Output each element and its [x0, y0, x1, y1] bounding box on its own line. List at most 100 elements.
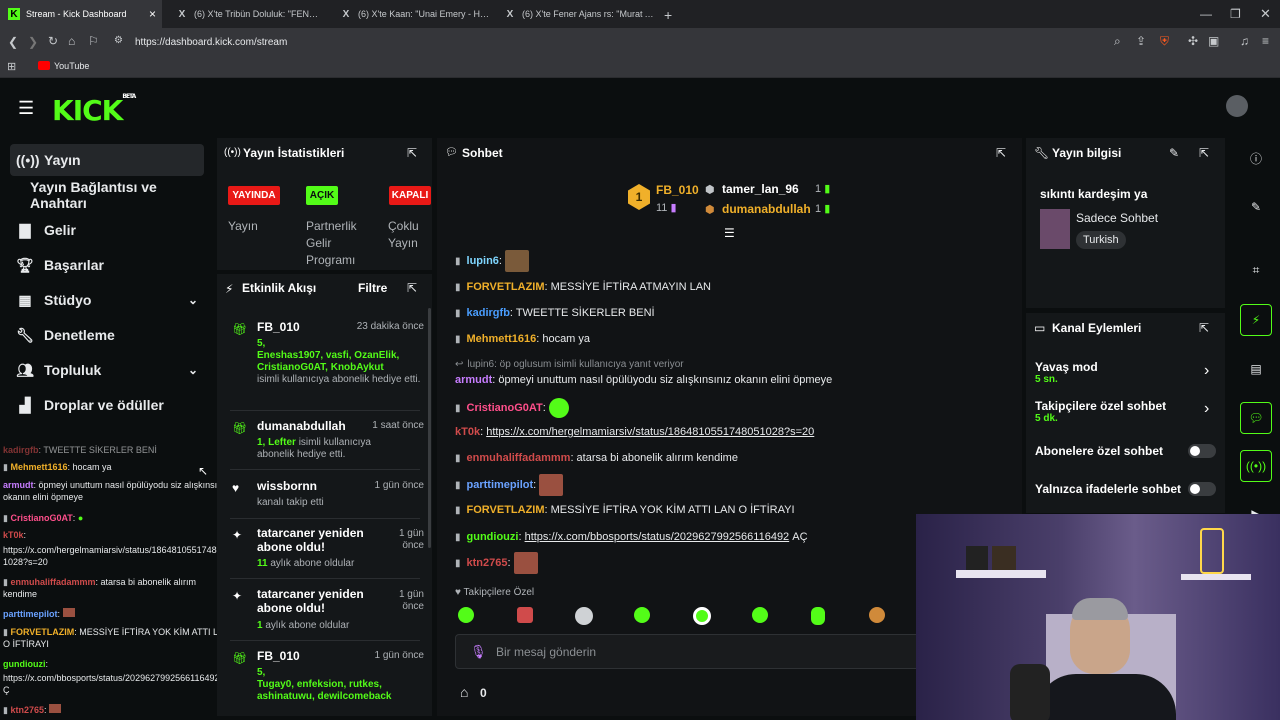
- followers-only-setting[interactable]: Takipçilere özel sohbet 5 dk.: [1035, 399, 1166, 424]
- sidebar-toggle-icon[interactable]: ▣: [1208, 34, 1219, 48]
- slow-mode-setting[interactable]: Yavaş mod 5 sn.: [1035, 360, 1098, 385]
- category-name[interactable]: Sadece Sohbet: [1076, 211, 1158, 225]
- emote-button[interactable]: [517, 607, 533, 623]
- emote: [505, 250, 530, 272]
- sidebar-item-label: Droplar ve ödüller: [44, 397, 164, 413]
- mini-chat-link[interactable]: https://x.com/hergelmamiarsiv/status/186…: [3, 544, 231, 568]
- sidebar-item-basarilar[interactable]: 🏆︎ Başarılar: [10, 249, 204, 281]
- sidebar-item-droplar[interactable]: ▟ Droplar ve ödüller: [10, 389, 204, 421]
- reload-icon[interactable]: ↻: [48, 34, 58, 48]
- chevron-down-icon[interactable]: ⌄: [188, 363, 198, 377]
- tab-x-3[interactable]: X (6) X'te Fener Ajans rs: "Murat Açıc: [496, 0, 654, 28]
- emote-button[interactable]: [693, 607, 711, 625]
- bookmark-youtube[interactable]: YouTube: [54, 61, 89, 71]
- mini-chat-line: ▮ ktn2765:: [3, 704, 231, 716]
- leaderboard-first-name[interactable]: FB_010: [656, 183, 699, 197]
- document-icon[interactable]: ▤: [1240, 353, 1272, 385]
- sidebar-item-denetleme[interactable]: 🔧︎ Denetleme: [10, 319, 204, 351]
- chevron-right-icon[interactable]: ›: [1204, 400, 1209, 418]
- close-window-icon[interactable]: ✕: [1260, 6, 1271, 22]
- popout-icon[interactable]: ⇱: [1199, 321, 1209, 335]
- back-icon[interactable]: ❮: [8, 35, 18, 49]
- chat-message: ▮ parttimepilot:: [455, 474, 564, 496]
- maximize-icon[interactable]: ❐: [1230, 7, 1241, 21]
- new-tab-icon[interactable]: +: [664, 7, 672, 23]
- emote-picker-row: [456, 607, 896, 627]
- info-icon[interactable]: ⓘ: [1240, 142, 1272, 174]
- badge-icon: ▮: [455, 255, 461, 267]
- rank-2-icon: ⬢: [705, 184, 715, 196]
- emote-button[interactable]: [811, 607, 825, 625]
- live-status-badge: YAYINDA: [228, 186, 280, 205]
- collapse-leaderboard-icon[interactable]: ☰: [724, 226, 735, 240]
- apps-grid-icon[interactable]: ⊞: [7, 60, 16, 73]
- chat-link[interactable]: https://x.com/bbosports/status/202962799…: [525, 531, 790, 543]
- chat-message: ▮ lupin6:: [455, 250, 530, 272]
- emote-only-toggle[interactable]: [1188, 482, 1216, 496]
- emote-button[interactable]: [458, 607, 474, 623]
- mini-chat-overlay: kadirgfb: TWEETTE SİKERLER BENİ ▮ Mehmet…: [0, 440, 234, 720]
- stats-panel-title: Yayın İstatistikleri: [243, 146, 345, 160]
- hamburger-menu-icon[interactable]: ☰: [18, 98, 34, 119]
- forward-icon[interactable]: ❯: [28, 35, 38, 49]
- lightning-icon[interactable]: ⚡︎: [1240, 304, 1272, 336]
- popout-icon[interactable]: ⇱: [1199, 146, 1209, 160]
- chat-input-placeholder: Bir mesaj gönderin: [496, 645, 597, 659]
- category-thumbnail[interactable]: [1040, 209, 1070, 249]
- leaderboard-third-name[interactable]: dumanabdullah: [722, 202, 811, 216]
- share-icon[interactable]: ⇪: [1136, 34, 1146, 48]
- sidebar-item-topluluk[interactable]: 👥︎ Topluluk ⌄: [10, 354, 204, 386]
- address-bar-row: ❮ ❯ ↻ ⌂ ⚐ ⚙ https://dashboard.kick.com/s…: [0, 28, 1280, 56]
- chat-reply-context: ↩ lupin6: öp oglusum isimli kullanıcıya y…: [455, 359, 684, 370]
- chat-link[interactable]: https://x.com/hergelmamiarsiv/status/186…: [486, 426, 814, 438]
- sidebar-item-gelir[interactable]: ▇ Gelir: [10, 214, 204, 246]
- sidebar-item-studyo[interactable]: ▦ Stüdyo ⌄: [10, 284, 204, 316]
- url-field[interactable]: https://dashboard.kick.com/stream: [135, 37, 287, 48]
- brave-shield-icon[interactable]: ⛨: [1160, 34, 1169, 49]
- popout-icon[interactable]: ⇱: [996, 146, 1006, 160]
- kick-logo[interactable]: KICKBETA: [52, 93, 136, 127]
- activity-scrollbar[interactable]: [428, 308, 431, 548]
- badge-icon: ▮: [455, 452, 461, 464]
- tab-x-2[interactable]: X (6) X'te Kaan: "Unai Emery - Heartbe: [332, 0, 492, 28]
- emote-button[interactable]: [634, 607, 650, 623]
- media-icon[interactable]: ♫: [1240, 34, 1249, 48]
- screen-capture-icon[interactable]: ⌗: [1240, 254, 1272, 286]
- site-settings-icon[interactable]: ⚙: [114, 35, 123, 46]
- partner-status-badge: AÇIK: [306, 186, 338, 205]
- chevron-right-icon[interactable]: ›: [1204, 362, 1209, 380]
- leaderboard-second-name[interactable]: tamer_lan_96: [722, 182, 799, 196]
- edit-icon[interactable]: ✎: [1169, 146, 1179, 160]
- store-icon[interactable]: ⌂: [460, 684, 468, 700]
- microphone-icon[interactable]: 🎙︎: [470, 644, 487, 660]
- chevron-down-icon[interactable]: ⌄: [188, 293, 198, 307]
- home-icon[interactable]: ⌂: [68, 34, 75, 48]
- chat-input[interactable]: 🎙︎ Bir mesaj gönderin: [455, 634, 925, 669]
- chat-bubble-icon: 💬︎: [445, 147, 458, 158]
- tab-kick-dashboard[interactable]: K Stream - Kick Dashboard ×: [0, 0, 162, 28]
- emote-button[interactable]: [869, 607, 885, 623]
- zoom-icon[interactable]: ⌕: [1114, 34, 1121, 49]
- menu-icon[interactable]: ≡: [1262, 34, 1269, 48]
- mini-chat-link[interactable]: https://x.com/bbosports/status/202962799…: [3, 672, 231, 696]
- broadcast-icon[interactable]: ((•)): [1240, 450, 1272, 482]
- x-favicon-icon: X: [506, 8, 514, 20]
- sidebar-item-yayin[interactable]: ((•)) Yayın: [10, 144, 204, 176]
- avatar[interactable]: [1226, 95, 1248, 117]
- subscribers-only-toggle[interactable]: [1188, 444, 1216, 458]
- bookmark-icon[interactable]: ⚐: [88, 34, 99, 48]
- emote-button[interactable]: [752, 607, 768, 623]
- chat-icon[interactable]: 💬︎: [1240, 402, 1272, 434]
- extensions-icon[interactable]: ✣: [1188, 34, 1198, 48]
- tab-x-1[interactable]: X (6) X'te Tribün Doluluk: "FENERBA: [168, 0, 323, 28]
- pencil-icon[interactable]: ✎: [1240, 191, 1272, 223]
- sidebar-item-yayin-baglantisi[interactable]: Yayın Bağlantısı ve Anahtarı: [30, 179, 215, 211]
- tab-close-icon[interactable]: ×: [149, 7, 156, 21]
- emote-button[interactable]: [575, 607, 593, 625]
- popout-icon[interactable]: ⇱: [407, 146, 417, 160]
- broadcast-icon: ((•)): [16, 152, 40, 168]
- popout-icon[interactable]: ⇱: [407, 281, 417, 295]
- activity-item: ✦ tatarcaner yeniden abone oldu! 1 gün ö…: [232, 526, 424, 569]
- minimize-icon[interactable]: —: [1200, 7, 1212, 21]
- activity-filter-button[interactable]: Filtre: [358, 281, 387, 295]
